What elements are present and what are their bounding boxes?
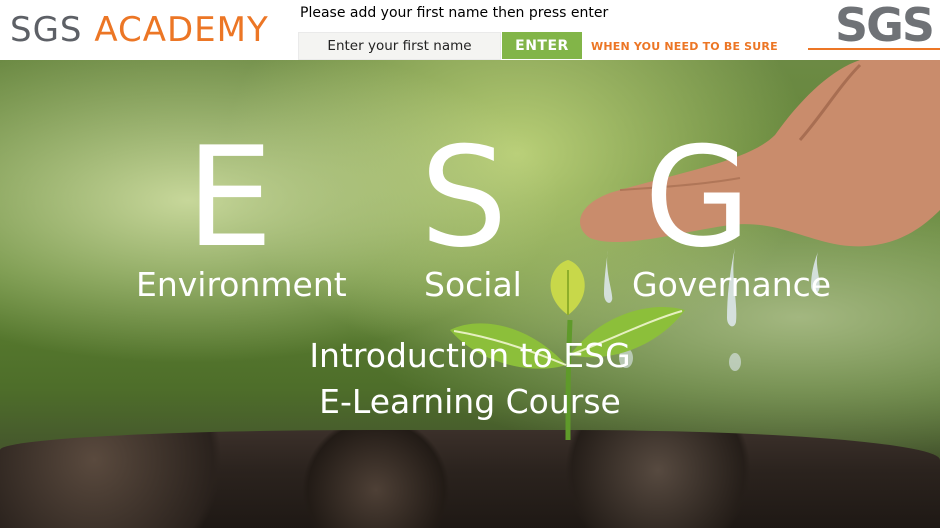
tagline: WHEN YOU NEED TO BE SURE (591, 40, 778, 53)
logo-sgs-text: SGS (10, 10, 83, 50)
course-title-line2: E-Learning Course (319, 382, 621, 421)
sgs-logo: SGS (835, 0, 935, 52)
top-header: SGS ACADEMY Please add your first name t… (0, 0, 940, 60)
letter-s: S (420, 117, 508, 278)
sgs-academy-logo: SGS ACADEMY (10, 8, 269, 52)
course-title-line1: Introduction to ESG (309, 336, 631, 375)
letter-g: G (644, 117, 751, 278)
first-name-input[interactable] (298, 32, 501, 60)
hero-banner: E S G Environment Social Governance Intr… (0, 60, 940, 528)
word-social: Social (424, 265, 522, 304)
enter-button[interactable]: ENTER (502, 32, 582, 59)
name-prompt: Please add your first name then press en… (300, 5, 609, 21)
word-environment: Environment (136, 265, 347, 304)
word-governance: Governance (632, 265, 832, 304)
letter-e: E (186, 117, 274, 278)
logo-academy-text: ACADEMY (94, 10, 269, 50)
